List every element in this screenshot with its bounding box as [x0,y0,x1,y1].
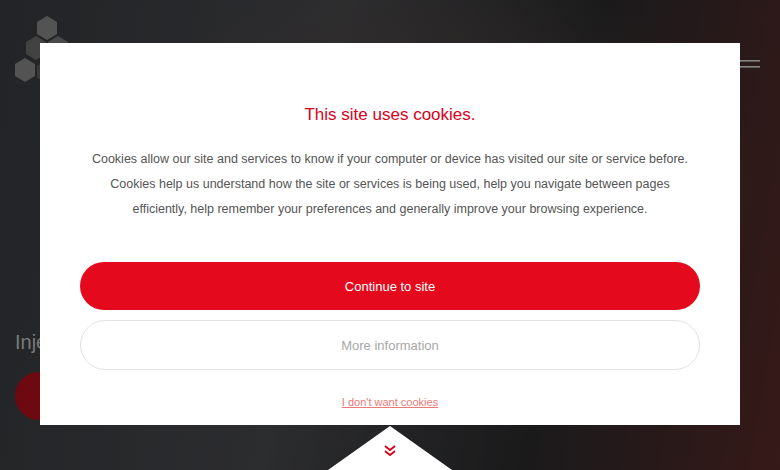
dialog-body: Cookies allow our site and services to k… [85,147,695,222]
secondary-button[interactable]: More information [80,320,700,370]
cookie-dialog: This site uses cookies. Cookies allow our… [40,43,740,425]
dialog-buttons: Continue to site More information [80,262,700,370]
decline-cookies-link[interactable]: I don't want cookies [342,396,438,408]
dialog-title: This site uses cookies. [304,103,475,127]
page: InjeThis site uses cookies.Cookies allow… [0,0,780,470]
primary-button[interactable]: Continue to site [80,262,700,310]
double-chevron-down-icon [383,445,397,457]
